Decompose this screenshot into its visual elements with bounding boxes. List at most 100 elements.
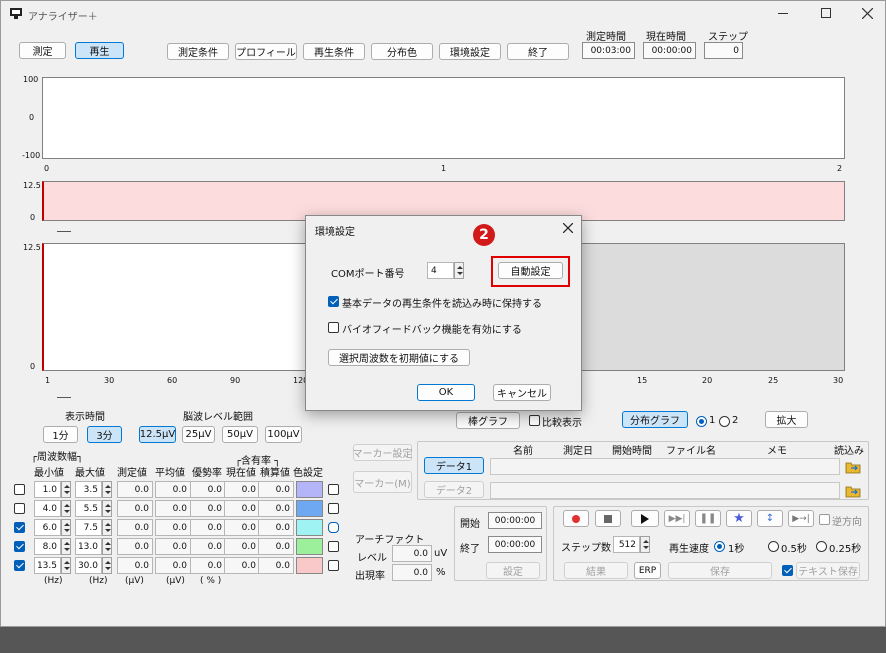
close-icon[interactable] (563, 223, 573, 233)
biofeedback-checkbox[interactable] (328, 322, 339, 333)
speed-0-5s-radio[interactable] (768, 541, 779, 552)
x-tick: 30 (104, 376, 115, 385)
speed-1s-radio[interactable] (714, 541, 725, 552)
mark-button[interactable]: ★ (726, 510, 752, 527)
data1-button[interactable]: データ1 (424, 457, 484, 474)
range-50-button[interactable]: 50μV (222, 426, 258, 443)
band-min-value[interactable]: 4.0 (34, 500, 61, 517)
range-12-5-button[interactable]: 12.5μV (139, 426, 176, 443)
minimize-icon[interactable] (778, 13, 788, 14)
step-updown-button[interactable]: ↕ (757, 510, 783, 527)
time-1min-button[interactable]: 1分 (43, 426, 78, 443)
band-min-value[interactable]: 1.0 (34, 481, 61, 498)
distribution-graph-button[interactable]: 分布グラフ (622, 411, 688, 428)
record-button[interactable] (563, 510, 589, 527)
band-min-value[interactable]: 13.5 (34, 557, 61, 574)
erp-button[interactable]: ERP (634, 562, 661, 579)
range-100-button[interactable]: 100μV (265, 426, 302, 443)
band-checkbox[interactable] (14, 560, 25, 571)
band-color-checkbox[interactable] (328, 541, 339, 552)
reset-frequency-button[interactable]: 選択周波数を初期値にする (328, 349, 470, 366)
exit-button[interactable]: 終了 (507, 43, 569, 60)
band-color-swatch[interactable] (296, 538, 323, 555)
playback-mode-button[interactable]: 再生 (75, 42, 124, 59)
trend-graph-shaded-area (581, 244, 844, 370)
band-color-swatch[interactable] (296, 519, 323, 536)
jump-end-button[interactable]: ▶→| (788, 510, 814, 527)
band-checkbox[interactable] (14, 541, 25, 552)
pause-button[interactable]: ❚❚ (695, 510, 721, 527)
maximize-icon[interactable] (821, 8, 831, 18)
step-count-spinner[interactable] (640, 536, 650, 553)
band-max-spinner[interactable] (102, 538, 112, 555)
band-max-spinner[interactable] (102, 519, 112, 536)
band-checkbox[interactable] (14, 503, 25, 514)
band-checkbox[interactable] (14, 522, 25, 533)
band-min-value[interactable]: 8.0 (34, 538, 61, 555)
band-max-value[interactable]: 3.5 (75, 481, 102, 498)
environment-settings-button[interactable]: 環境設定 (439, 43, 501, 60)
step-count-value[interactable]: 512 (613, 536, 640, 553)
cancel-button[interactable]: キャンセル (493, 384, 551, 401)
band-color-swatch[interactable] (296, 481, 323, 498)
keep-condition-checkbox[interactable] (328, 296, 339, 307)
graph-radio-1[interactable] (696, 416, 707, 427)
band-max-value[interactable]: 7.5 (75, 519, 102, 536)
band-color-checkbox[interactable] (328, 522, 339, 533)
band-min-spinner[interactable] (61, 500, 71, 517)
band-min-spinner[interactable] (61, 538, 71, 555)
playback-condition-button[interactable]: 再生条件 (303, 43, 365, 60)
save-button[interactable]: 保存 (668, 562, 772, 579)
com-port-input[interactable]: 4 (427, 262, 454, 279)
auto-setting-button[interactable]: 自動設定 (498, 262, 563, 279)
text-save-checkbox[interactable] (782, 565, 793, 576)
band-max-spinner[interactable] (102, 557, 112, 574)
range-25-button[interactable]: 25μV (182, 426, 215, 443)
artifact-title: アーチファクト (355, 535, 425, 546)
band-color-checkbox[interactable] (328, 560, 339, 571)
band-min-spinner[interactable] (61, 557, 71, 574)
measure-condition-button[interactable]: 測定条件 (167, 43, 229, 60)
bar-graph-button[interactable]: 棒グラフ (456, 412, 520, 429)
measure-mode-button[interactable]: 測定 (19, 42, 66, 59)
folder-open-icon[interactable] (845, 484, 861, 498)
stop-button[interactable] (595, 510, 621, 527)
band-checkbox[interactable] (14, 484, 25, 495)
marker-setting-button[interactable]: マーカー設定 (353, 444, 413, 461)
band-max-value[interactable]: 13.0 (75, 538, 102, 555)
play-button[interactable] (631, 510, 659, 527)
band-color-swatch[interactable] (296, 557, 323, 574)
data2-button[interactable]: データ2 (424, 481, 484, 498)
text-save-button[interactable]: テキスト保存 (796, 562, 860, 579)
band-color-checkbox[interactable] (328, 503, 339, 514)
compare-checkbox[interactable] (529, 415, 540, 426)
band-stat-value: 0.0 (258, 500, 294, 517)
band-max-spinner[interactable] (102, 481, 112, 498)
fast-forward-button[interactable]: ▶▶| (664, 510, 690, 527)
graph-radio-2[interactable] (719, 416, 730, 427)
ok-button[interactable]: OK (417, 384, 475, 401)
splitter-handle[interactable] (57, 231, 71, 232)
band-min-spinner[interactable] (61, 519, 71, 536)
time-3min-button[interactable]: 3分 (87, 426, 122, 443)
col-dominance: 優勢率 (192, 468, 222, 479)
band-min-spinner[interactable] (61, 481, 71, 498)
band-color-checkbox[interactable] (328, 484, 339, 495)
profile-button[interactable]: プロフィール (235, 43, 297, 60)
band-max-spinner[interactable] (102, 500, 112, 517)
band-max-value[interactable]: 5.5 (75, 500, 102, 517)
com-port-spinner[interactable] (454, 262, 464, 279)
reverse-checkbox[interactable] (819, 514, 830, 525)
distribution-color-button[interactable]: 分布色 (371, 43, 433, 60)
folder-open-icon[interactable] (845, 460, 861, 474)
band-color-swatch[interactable] (296, 500, 323, 517)
marker-button[interactable]: マーカー(M) (353, 471, 412, 493)
close-icon[interactable] (862, 8, 873, 19)
speed-0-25s-radio[interactable] (816, 541, 827, 552)
set-range-button[interactable]: 設定 (486, 562, 540, 579)
band-min-value[interactable]: 6.0 (34, 519, 61, 536)
zoom-button[interactable]: 拡大 (765, 411, 808, 428)
splitter-handle[interactable] (57, 397, 71, 398)
band-max-value[interactable]: 30.0 (75, 557, 102, 574)
result-button[interactable]: 結果 (564, 562, 628, 579)
